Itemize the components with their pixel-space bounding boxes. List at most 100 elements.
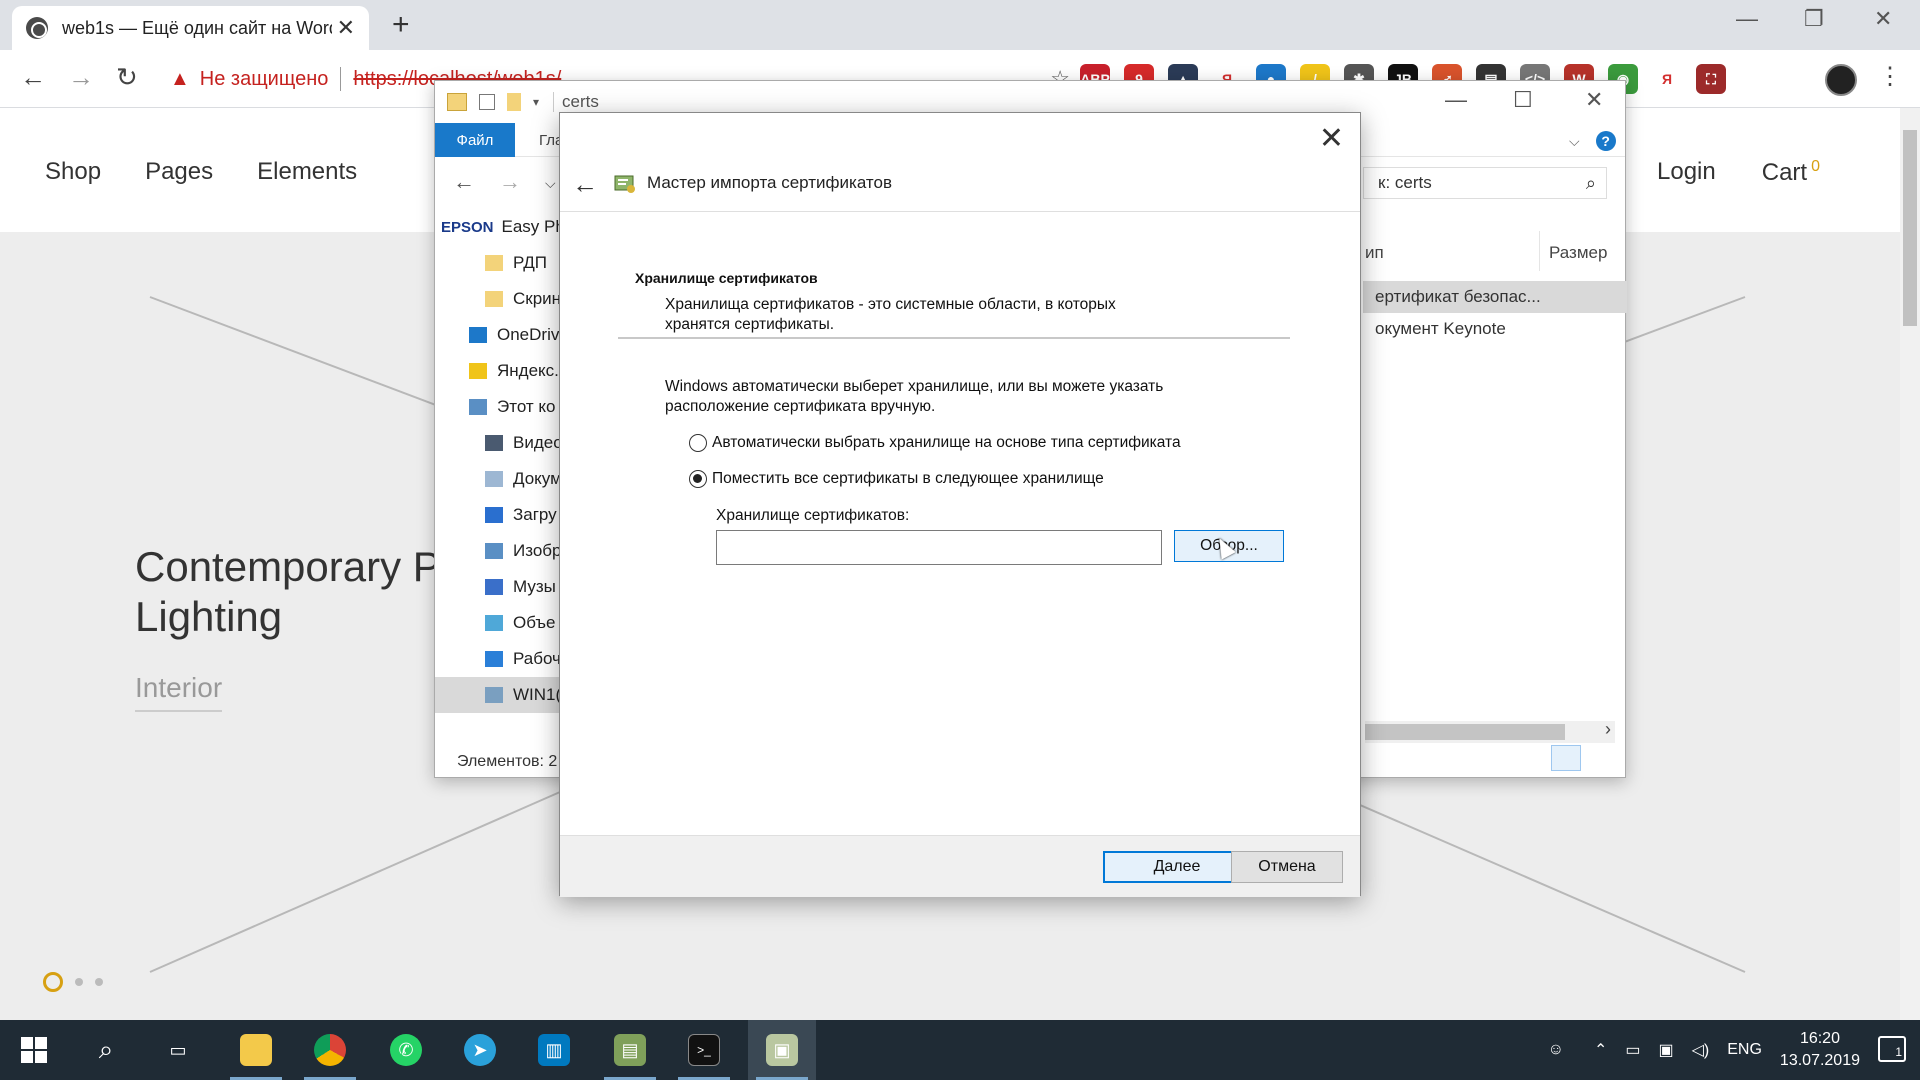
- file-row[interactable]: ертификат безопас...: [1363, 281, 1627, 313]
- quick-access-dropdown-icon[interactable]: ▾: [533, 95, 539, 109]
- explorer-app[interactable]: [222, 1020, 290, 1080]
- radio-auto-label[interactable]: Автоматически выбрать хранилище на основ…: [712, 434, 1181, 452]
- telegram-app[interactable]: ➤: [446, 1020, 514, 1080]
- tree-item[interactable]: Рабоч: [435, 641, 565, 677]
- tree-item[interactable]: РДП: [435, 245, 565, 281]
- page-scrollbar-thumb[interactable]: [1903, 130, 1917, 326]
- radio-manual-circle[interactable]: [689, 470, 707, 488]
- terminal-app[interactable]: >_: [670, 1020, 738, 1080]
- clock[interactable]: 16:20 13.07.2019: [1780, 1028, 1860, 1072]
- next-button[interactable]: Далее: [1103, 851, 1251, 883]
- file-row[interactable]: окумент Keynote: [1363, 313, 1627, 345]
- tree-item[interactable]: Яндекс.: [435, 353, 565, 389]
- ribbon-file-tab[interactable]: Файл: [435, 123, 515, 157]
- ribbon-expand-icon[interactable]: ⌵: [1569, 133, 1580, 150]
- back-arrow-icon[interactable]: ←: [20, 62, 46, 93]
- tree-item[interactable]: Музы: [435, 569, 565, 605]
- language-indicator[interactable]: ENG: [1727, 1041, 1762, 1059]
- tree-item[interactable]: Скрин: [435, 281, 565, 317]
- help-icon[interactable]: ?: [1595, 131, 1616, 151]
- not-secure-label[interactable]: Не защищено: [200, 68, 329, 91]
- horizontal-scrollbar-thumb[interactable]: [1365, 724, 1565, 740]
- volume-icon[interactable]: ◁): [1692, 1040, 1710, 1060]
- dialog-back-icon[interactable]: ←: [572, 169, 598, 200]
- certificate-icon: ▤: [614, 1034, 646, 1066]
- slider-dot-1[interactable]: [43, 972, 63, 992]
- site-account-links: Login Cart 0: [1657, 158, 1820, 187]
- column-size-header[interactable]: Размер: [1549, 243, 1607, 263]
- terminal-icon: >_: [688, 1034, 720, 1066]
- download-icon: [485, 507, 503, 523]
- hero-category[interactable]: Interior: [135, 672, 223, 712]
- menu-dots-icon[interactable]: ⋮: [1878, 62, 1902, 91]
- network-icon[interactable]: ▣: [1658, 1040, 1673, 1060]
- close-window-button[interactable]: ✕: [1874, 6, 1892, 32]
- show-hidden-icons-icon[interactable]: ⌃: [1594, 1040, 1607, 1060]
- navigation-pane: EPSON Easy Ph РДП Скрин OneDriv Яндекс. Этот к…: [435, 209, 565, 713]
- explorer-maximize-button[interactable]: ☐: [1513, 87, 1533, 113]
- search-icon[interactable]: ⌕: [1586, 173, 1596, 194]
- radio-auto-store[interactable]: Автоматически выбрать хранилище на основ…: [689, 434, 1181, 452]
- dialog-close-icon[interactable]: ✕: [1319, 121, 1344, 156]
- login-link[interactable]: Login: [1657, 158, 1716, 187]
- task-view-button[interactable]: ▭: [144, 1020, 212, 1080]
- tree-item[interactable]: EPSON Easy Ph: [435, 209, 565, 245]
- tree-item[interactable]: Загру: [435, 497, 565, 533]
- large-icons-view-icon[interactable]: [1587, 745, 1617, 771]
- page-scrollbar[interactable]: [1900, 108, 1920, 1020]
- explorer-close-button[interactable]: ✕: [1585, 87, 1603, 113]
- tree-item[interactable]: OneDriv: [435, 317, 565, 353]
- tree-item[interactable]: WIN1(: [435, 677, 565, 713]
- yandex-bar-icon[interactable]: Я: [1652, 64, 1682, 94]
- column-type-header[interactable]: ип: [1365, 243, 1384, 263]
- new-folder-icon[interactable]: [507, 93, 521, 111]
- nav-elements[interactable]: Elements: [257, 158, 357, 186]
- trello-app[interactable]: ▥: [520, 1020, 588, 1080]
- recent-locations-icon[interactable]: ⌵: [545, 169, 556, 195]
- tree-item[interactable]: Докум: [435, 461, 565, 497]
- cert-manager-app[interactable]: ▤: [596, 1020, 664, 1080]
- pdf-icon[interactable]: ⛶: [1696, 64, 1726, 94]
- new-tab-button[interactable]: +: [392, 8, 410, 42]
- slider-dot-2[interactable]: [75, 978, 83, 986]
- cart-link[interactable]: Cart 0: [1762, 158, 1820, 187]
- start-button[interactable]: [0, 1020, 68, 1080]
- tab-close-icon[interactable]: ✕: [337, 15, 355, 41]
- radio-manual-label[interactable]: Поместить все сертификаты в следующее хр…: [712, 470, 1104, 488]
- explorer-minimize-button[interactable]: —: [1445, 87, 1467, 113]
- details-view-icon[interactable]: [1551, 745, 1581, 771]
- tree-item[interactable]: Изобр: [435, 533, 565, 569]
- radio-auto-circle[interactable]: [689, 434, 707, 452]
- explorer-search-input[interactable]: к: certs ⌕: [1363, 167, 1607, 199]
- people-icon[interactable]: ☺: [1548, 1041, 1564, 1059]
- explorer-forward-icon[interactable]: →: [499, 169, 521, 195]
- forward-arrow-icon[interactable]: →: [68, 62, 94, 93]
- reload-icon[interactable]: ↻: [116, 62, 138, 93]
- nav-shop[interactable]: Shop: [45, 158, 101, 186]
- scroll-right-icon[interactable]: ›: [1605, 719, 1611, 740]
- tree-item[interactable]: Видео: [435, 425, 565, 461]
- browser-tab[interactable]: web1s — Ещё один сайт на WordPress ✕: [12, 6, 369, 50]
- cert-wizard-app[interactable]: ▣: [748, 1020, 816, 1080]
- cancel-button[interactable]: Отмена: [1231, 851, 1343, 883]
- slider-dot-3[interactable]: [95, 978, 103, 986]
- battery-icon[interactable]: ▭: [1625, 1040, 1640, 1060]
- tree-item[interactable]: Объе: [435, 605, 565, 641]
- chrome-app[interactable]: [296, 1020, 364, 1080]
- restore-button[interactable]: ❐: [1804, 6, 1824, 32]
- radio-manual-store[interactable]: Поместить все сертификаты в следующее хр…: [689, 470, 1104, 488]
- explorer-back-icon[interactable]: ←: [453, 169, 475, 195]
- search-button[interactable]: ⌕: [72, 1020, 140, 1080]
- column-divider[interactable]: [1539, 231, 1540, 271]
- tree-item[interactable]: Этот ко: [435, 389, 565, 425]
- action-center-icon[interactable]: 1: [1878, 1036, 1906, 1062]
- task-view-icon: ▭: [169, 1039, 187, 1060]
- folder-icon: [485, 255, 503, 271]
- minimize-button[interactable]: —: [1736, 6, 1758, 32]
- store-field[interactable]: [716, 530, 1162, 565]
- whatsapp-app[interactable]: ✆: [372, 1020, 440, 1080]
- properties-icon[interactable]: [479, 94, 495, 110]
- explorer-horizontal-scrollbar[interactable]: ›: [1365, 719, 1615, 743]
- nav-pages[interactable]: Pages: [145, 158, 213, 186]
- profile-avatar[interactable]: [1825, 64, 1857, 96]
